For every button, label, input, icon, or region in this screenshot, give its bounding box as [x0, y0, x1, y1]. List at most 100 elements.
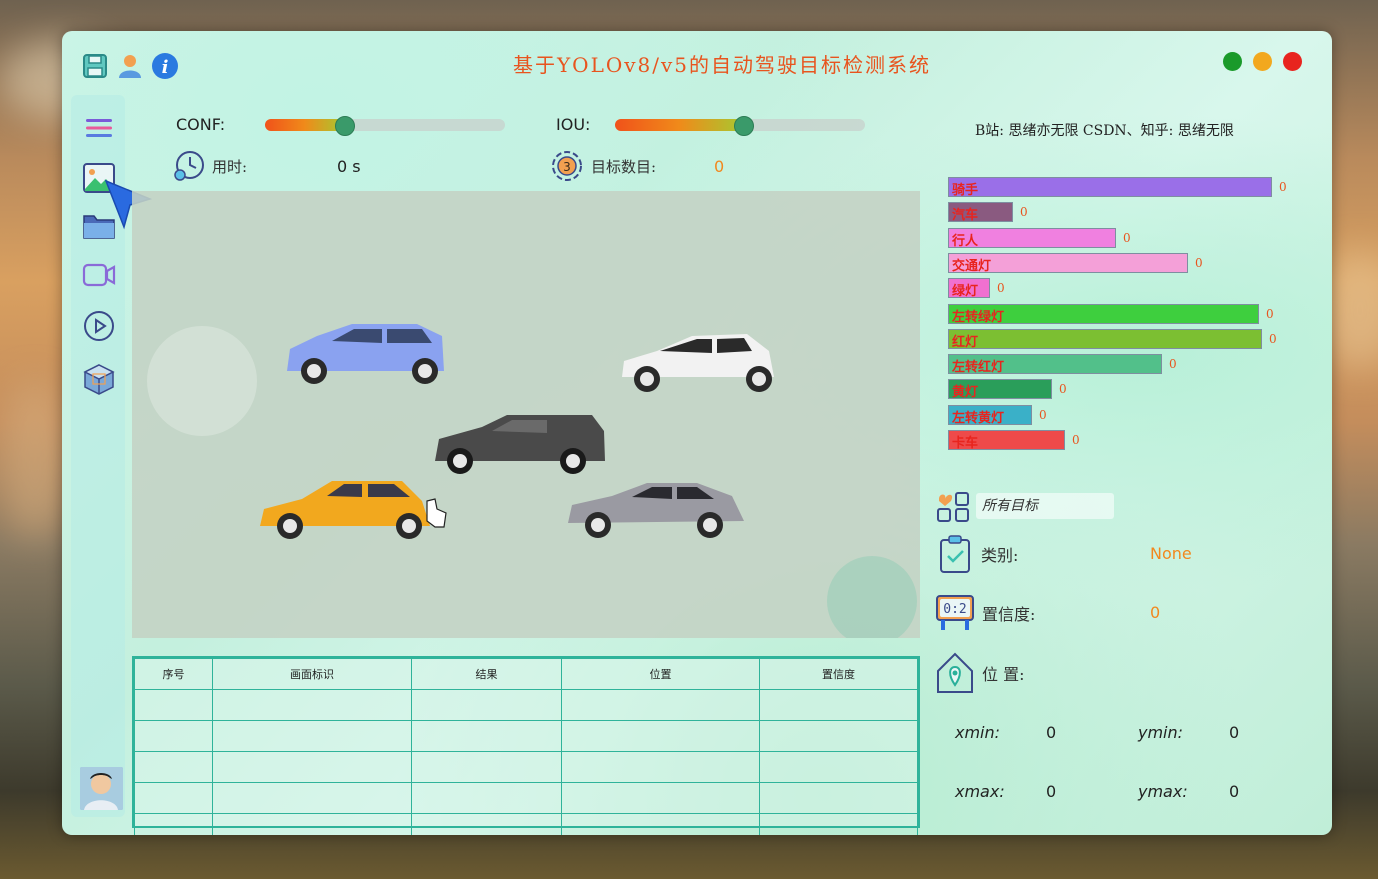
blue-car-image [287, 324, 444, 384]
table-row[interactable] [134, 720, 918, 752]
table-row[interactable] [134, 813, 918, 835]
table-cell [411, 813, 562, 835]
table-cell [134, 782, 213, 814]
table-header-cell: 位置 [561, 658, 760, 690]
class-value: None [1150, 544, 1192, 563]
iou-slider-fill [615, 119, 743, 131]
video-button[interactable] [82, 258, 116, 292]
table-cell [561, 751, 760, 783]
menu-button[interactable] [82, 111, 116, 145]
class-bar-label: 左转黄灯 [952, 410, 1005, 426]
table-cell [411, 720, 562, 752]
class-bar-label: 交通灯 [952, 258, 992, 274]
conf-slider[interactable] [265, 116, 505, 136]
table-cell [134, 751, 213, 783]
play-icon [84, 311, 114, 341]
class-bar: 骑手 [948, 177, 1272, 198]
table-row[interactable] [134, 782, 918, 814]
ymax-value: 0 [1229, 782, 1240, 801]
model-button[interactable] [82, 362, 116, 396]
table-cell [759, 782, 918, 814]
table-cell [134, 689, 213, 721]
conf-label: CONF: [176, 115, 226, 134]
play-button[interactable] [82, 309, 116, 343]
svg-text:0:2: 0:2 [943, 602, 966, 617]
class-bar-value: 0 [1269, 331, 1277, 346]
class-bar: 汽车 [948, 202, 1013, 224]
class-bar-value: 0 [1169, 357, 1177, 372]
window-title: 基于YOLOv8/v5的自动驾驶目标检测系统 [512, 53, 932, 77]
info-icon[interactable]: i [150, 51, 180, 81]
class-bar-value: 0 [1059, 382, 1067, 397]
table-header-row: 序号 画面标识 结果 位置 置信度 [134, 658, 918, 690]
user-icon[interactable] [115, 51, 145, 81]
table-header-cell: 画面标识 [212, 658, 412, 690]
table-cell [411, 751, 562, 783]
table-row[interactable] [134, 751, 918, 783]
table-cell [411, 782, 562, 814]
target-select[interactable]: 所有目标 [976, 493, 1114, 519]
iou-slider[interactable] [615, 116, 865, 136]
table-cell [134, 813, 213, 835]
class-bar-label: 左转红灯 [952, 360, 1005, 376]
class-bar-value: 0 [1195, 255, 1203, 270]
table-cell [134, 720, 213, 752]
grey-sedan-image [568, 483, 744, 538]
class-bar-value: 0 [1123, 230, 1131, 245]
ymax-label: ymax: [1138, 782, 1188, 801]
cars-illustration [147, 324, 917, 646]
class-bar-value: 0 [1039, 407, 1047, 422]
conf-slider-fill [265, 119, 344, 131]
menu-icon [86, 119, 112, 137]
class-bar-label: 汽车 [952, 208, 979, 224]
all-targets-icon [937, 492, 969, 522]
ymin-label: ymin: [1138, 723, 1184, 742]
model-cube-icon [83, 364, 115, 395]
author-credit: B站: 思绪亦无限 CSDN、知乎: 思绪无限 [975, 123, 1234, 139]
iou-slider-handle[interactable] [734, 116, 754, 136]
confidence-label: 置信度: [982, 605, 1036, 624]
target-count-label: 目标数目: [591, 158, 657, 176]
table-header-cell: 置信度 [759, 658, 918, 690]
table-cell [561, 782, 760, 814]
background-cloud [0, 380, 70, 540]
class-bar: 左转黄灯 [948, 404, 1032, 426]
conf-slider-handle[interactable] [335, 116, 355, 136]
close-button[interactable] [1283, 52, 1302, 71]
class-label: 类别: [981, 546, 1019, 565]
detection-image-area[interactable] [132, 191, 920, 646]
maximize-button[interactable] [1253, 52, 1272, 71]
class-bar-value: 0 [1072, 433, 1080, 447]
results-table[interactable]: 序号 画面标识 结果 位置 置信度 [132, 656, 920, 835]
time-value: 0 s [337, 157, 361, 176]
xmax-value: 0 [1046, 782, 1057, 801]
class-clipboard-icon [940, 535, 970, 573]
class-bar: 卡车 [948, 430, 1065, 451]
table-row[interactable] [134, 689, 918, 721]
table-cell [561, 813, 760, 835]
class-bar: 红灯 [948, 328, 1262, 350]
table-header-cell: 结果 [411, 658, 562, 690]
yellow-car-image [260, 481, 447, 539]
class-bar-label: 卡车 [952, 436, 979, 451]
svg-text:i: i [162, 57, 169, 78]
class-bar: 交通灯 [948, 252, 1188, 274]
class-bar: 左转红灯 [948, 354, 1162, 376]
minimize-button[interactable] [1223, 52, 1242, 71]
class-bar-value: 0 [1020, 205, 1028, 220]
svg-text:3: 3 [563, 160, 571, 174]
ymin-value: 0 [1229, 723, 1240, 742]
class-bar-label: 绿灯 [952, 284, 979, 300]
class-bar-label: 骑手 [952, 183, 979, 198]
class-bar-label: 行人 [952, 233, 979, 249]
xmin-label: xmin: [955, 723, 1001, 742]
target-count-value: 0 [714, 157, 725, 176]
class-bar-value: 0 [1279, 180, 1287, 194]
table-cell [561, 720, 760, 752]
class-bar: 左转绿灯 [948, 303, 1259, 325]
table-cell [759, 813, 918, 835]
clock-icon [174, 151, 204, 181]
avatar[interactable] [80, 767, 123, 810]
save-icon[interactable] [80, 51, 110, 81]
iou-label: IOU: [556, 115, 591, 134]
